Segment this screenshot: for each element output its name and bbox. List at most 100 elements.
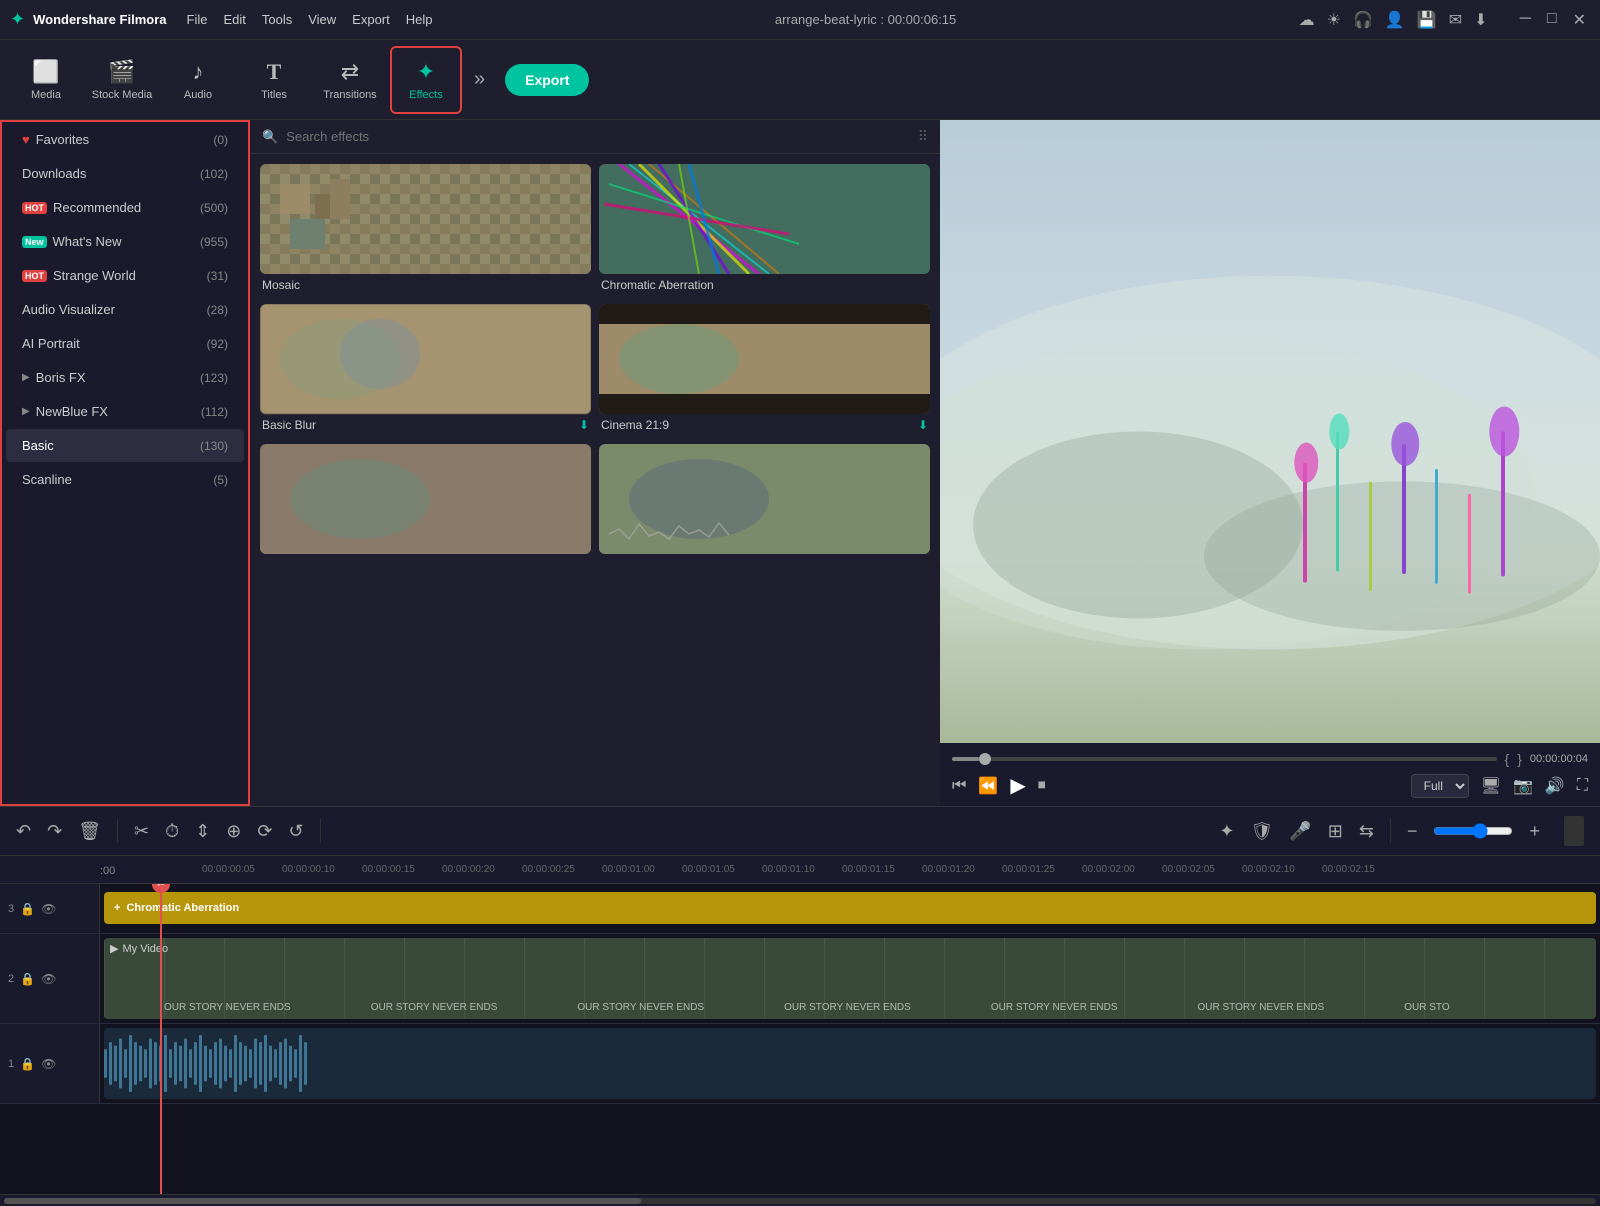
eye-icon-1[interactable]: 👁 <box>41 1057 56 1071</box>
effects-settings-icon[interactable]: ✦ <box>1219 821 1234 842</box>
menu-edit[interactable]: Edit <box>223 12 245 27</box>
loop-icon[interactable]: ⇆ <box>1359 821 1374 842</box>
minimize-button[interactable]: ─ <box>1516 10 1535 30</box>
menu-tools[interactable]: Tools <box>262 12 292 27</box>
zoom-in-icon[interactable]: + <box>1529 821 1540 842</box>
delete-button[interactable]: 🗑 <box>78 821 101 842</box>
crop-button[interactable]: ⊕ <box>226 821 241 842</box>
rotate-button[interactable]: ⟳ <box>257 821 272 842</box>
lock-icon-2[interactable]: 🔒 <box>20 972 35 986</box>
layout-icon[interactable]: ⊞ <box>1328 821 1343 842</box>
eye-icon-2[interactable]: 👁 <box>41 972 56 986</box>
download-icon-blur[interactable]: ⬇ <box>579 418 589 432</box>
grid-view-icon[interactable]: ⠿ <box>918 128 928 145</box>
ruler-mark: 00:00:01:10 <box>760 864 840 875</box>
volume-icon[interactable]: 🔊 <box>1545 776 1565 796</box>
sidebar-item-newblue-fx[interactable]: ▶ NewBlue FX (112) <box>6 395 244 428</box>
quality-select[interactable]: Full 1/2 1/4 <box>1411 774 1469 798</box>
toolbar-divider-1 <box>117 819 118 843</box>
effect-item-5[interactable] <box>260 444 591 562</box>
sidebar-item-scanline[interactable]: Scanline (5) <box>6 463 244 496</box>
stock-media-icon: 🎬 <box>108 59 135 85</box>
headset-icon[interactable]: 🎧 <box>1353 10 1373 30</box>
zoom-out-icon[interactable]: − <box>1407 821 1418 842</box>
lock-icon-3[interactable]: 🔒 <box>20 902 35 916</box>
sun-icon[interactable]: ☀ <box>1327 10 1341 30</box>
plus-icon: + <box>114 902 120 914</box>
sidebar-item-recommended[interactable]: HOT Recommended (500) <box>6 191 244 224</box>
effects-icon: ✦ <box>417 59 435 85</box>
effect-label-6 <box>599 554 930 562</box>
menu-file[interactable]: File <box>187 12 208 27</box>
video-track-bar[interactable]: ▶ My Video OUR STORY NEVER ENDS OUR STOR… <box>104 938 1596 1019</box>
toolbar-transitions[interactable]: ⇄ Transitions <box>314 46 386 114</box>
mask-icon[interactable]: 🛡 <box>1251 821 1274 842</box>
toolbar-media[interactable]: ⬜ Media <box>10 46 82 114</box>
sidebar-item-basic[interactable]: Basic (130) <box>6 429 244 462</box>
audio-track-bar[interactable] <box>104 1028 1596 1099</box>
cut-button[interactable]: ✂ <box>134 821 149 842</box>
scrollbar-thumb[interactable] <box>4 1198 641 1204</box>
sidebar-item-downloads[interactable]: Downloads (102) <box>6 157 244 190</box>
downloads-count: (102) <box>200 167 228 181</box>
search-icon: 🔍 <box>262 129 278 145</box>
new-badge: New <box>22 236 47 248</box>
download-icon[interactable]: ⬇ <box>1474 10 1487 30</box>
zoom-slider[interactable] <box>1433 823 1513 839</box>
menu-help[interactable]: Help <box>406 12 433 27</box>
ruler-mark: 00:00:01:00 <box>600 864 680 875</box>
sidebar-item-audio-visualizer[interactable]: Audio Visualizer (28) <box>6 293 244 326</box>
fullscreen-icon[interactable]: ⛶ <box>1577 777 1588 795</box>
speed-button[interactable]: ↺ <box>288 821 303 842</box>
menu-view[interactable]: View <box>308 12 336 27</box>
sidebar-item-favorites[interactable]: ♥ Favorites (0) <box>6 123 244 156</box>
effect-item-cinema[interactable]: Cinema 21:9 ⬇ <box>599 304 930 436</box>
maximize-button[interactable]: □ <box>1543 10 1561 30</box>
timeline-scrollbar <box>0 1194 1600 1206</box>
download-icon-cinema[interactable]: ⬇ <box>918 418 928 432</box>
sidebar-item-boris-fx[interactable]: ▶ Boris FX (123) <box>6 361 244 394</box>
toolbar-titles[interactable]: T Titles <box>238 46 310 114</box>
search-input[interactable] <box>286 129 910 144</box>
play-button[interactable]: ▶ <box>1010 773 1025 798</box>
close-button[interactable]: ✕ <box>1569 10 1590 30</box>
effect-thumb-chromatic <box>599 164 930 274</box>
video-track-header: ▶ My Video <box>110 942 168 955</box>
toolbar-stock-label: Stock Media <box>92 89 153 101</box>
toolbar-audio[interactable]: ♪ Audio <box>162 46 234 114</box>
split-button[interactable]: ⇕ <box>195 821 210 842</box>
effect-item-chromatic[interactable]: Chromatic Aberration <box>599 164 930 296</box>
ruler-mark: 00:00:02:15 <box>1320 864 1400 875</box>
notification-icon[interactable]: ✉ <box>1449 10 1462 30</box>
eye-icon-3[interactable]: 👁 <box>41 902 56 916</box>
trim-button[interactable]: ⏱ <box>165 821 179 842</box>
toolbar-more[interactable]: » <box>474 68 485 91</box>
audio-settings-icon[interactable]: 🎤 <box>1289 821 1311 842</box>
user-icon[interactable]: 👤 <box>1385 10 1405 30</box>
screen-icon[interactable]: 🖥 <box>1481 776 1501 796</box>
skip-back-button[interactable]: ⏮ <box>952 777 966 795</box>
save-icon[interactable]: 💾 <box>1417 10 1437 30</box>
redo-button[interactable]: ↷ <box>47 821 62 842</box>
progress-handle[interactable] <box>979 753 991 765</box>
sidebar-item-strange-world[interactable]: HOT Strange World (31) <box>6 259 244 292</box>
effect-track-bar[interactable]: + Chromatic Aberration <box>104 892 1596 924</box>
effect-item-mosaic[interactable]: Mosaic <box>260 164 591 296</box>
cloud-icon[interactable]: ☁ <box>1299 10 1315 30</box>
sidebar-item-ai-portrait[interactable]: AI Portrait (92) <box>6 327 244 360</box>
effect-label-chromatic: Chromatic Aberration <box>599 274 930 296</box>
progress-bar[interactable] <box>952 757 1497 761</box>
export-button[interactable]: Export <box>505 64 589 96</box>
screenshot-icon[interactable]: 📷 <box>1513 776 1533 796</box>
sidebar-item-whats-new[interactable]: New What's New (955) <box>6 225 244 258</box>
stop-button[interactable]: ⏹ <box>1038 777 1046 795</box>
effects-sidebar: ♥ Favorites (0) Downloads (102) HOT Reco… <box>0 120 250 806</box>
step-back-button[interactable]: ⏪ <box>978 776 998 796</box>
effect-item-6[interactable] <box>599 444 930 562</box>
toolbar-stock-media[interactable]: 🎬 Stock Media <box>86 46 158 114</box>
effect-item-basic-blur[interactable]: Basic Blur ⬇ <box>260 304 591 436</box>
undo-button[interactable]: ↶ <box>16 821 31 842</box>
lock-icon-1[interactable]: 🔒 <box>20 1057 35 1071</box>
menu-export[interactable]: Export <box>352 12 390 27</box>
toolbar-effects[interactable]: ✦ Effects <box>390 46 462 114</box>
